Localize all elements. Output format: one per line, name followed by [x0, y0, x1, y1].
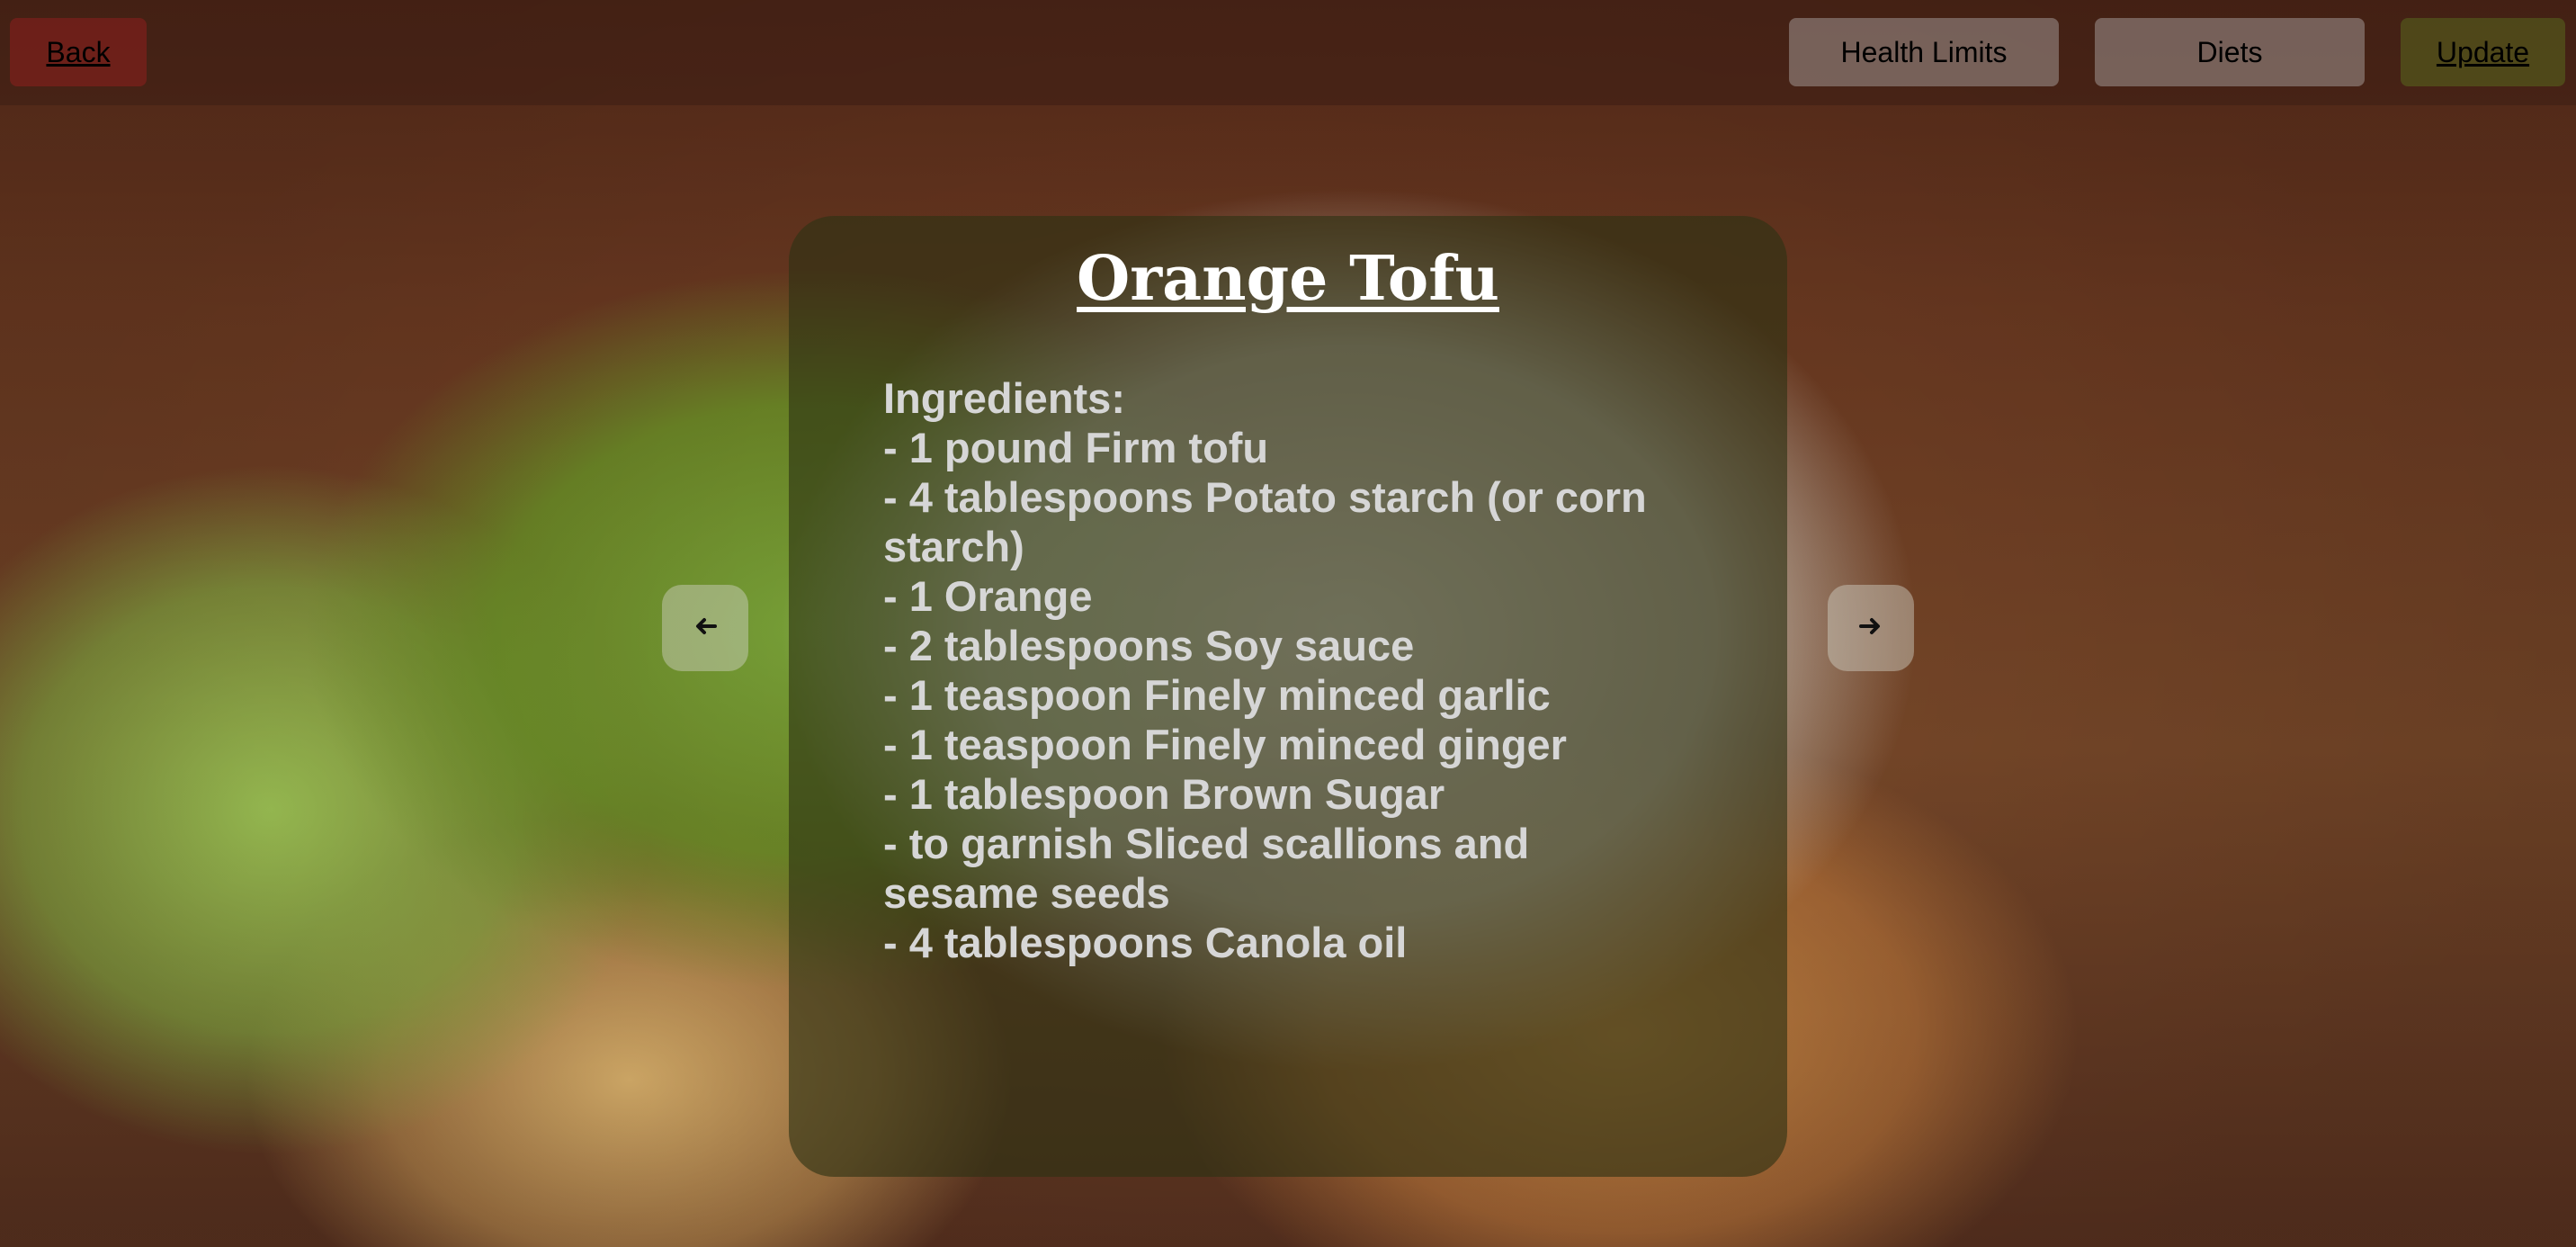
ingredients-list: Ingredients: - 1 pound Firm tofu - 4 tab… — [883, 373, 1693, 967]
update-button[interactable]: Update — [2401, 18, 2565, 86]
recipe-card: Orange Tofu Ingredients: - 1 pound Firm … — [789, 216, 1787, 1177]
ingredient-item: - 4 tablespoons Canola oil — [883, 919, 1408, 966]
ingredient-item: - to garnish Sliced scallions and sesame… — [883, 820, 1530, 917]
arrow-left-icon — [693, 616, 717, 641]
ingredient-item: - 1 teaspoon Finely minced garlic — [883, 671, 1551, 719]
recipe-title: Orange Tofu — [1077, 243, 1499, 315]
ingredient-item: - 4 tablespoons Potato starch (or corn s… — [883, 473, 1647, 570]
ingredient-item: - 2 tablespoons Soy sauce — [883, 622, 1415, 669]
health-limits-button[interactable]: Health Limits — [1789, 18, 2059, 86]
back-button[interactable]: Back — [10, 18, 147, 86]
ingredient-item: - 1 tablespoon Brown Sugar — [883, 770, 1445, 818]
previous-recipe-button[interactable] — [662, 585, 748, 671]
arrow-right-icon — [1859, 616, 1883, 641]
top-navigation-bar: Back Health Limits Diets Update — [0, 0, 2576, 105]
ingredient-item: - 1 pound Firm tofu — [883, 424, 1269, 471]
ingredient-item: - 1 teaspoon Finely minced ginger — [883, 721, 1567, 768]
diets-button[interactable]: Diets — [2095, 18, 2365, 86]
next-recipe-button[interactable] — [1828, 585, 1914, 671]
ingredients-heading: Ingredients: — [883, 374, 1125, 422]
ingredient-item: - 1 Orange — [883, 572, 1093, 620]
